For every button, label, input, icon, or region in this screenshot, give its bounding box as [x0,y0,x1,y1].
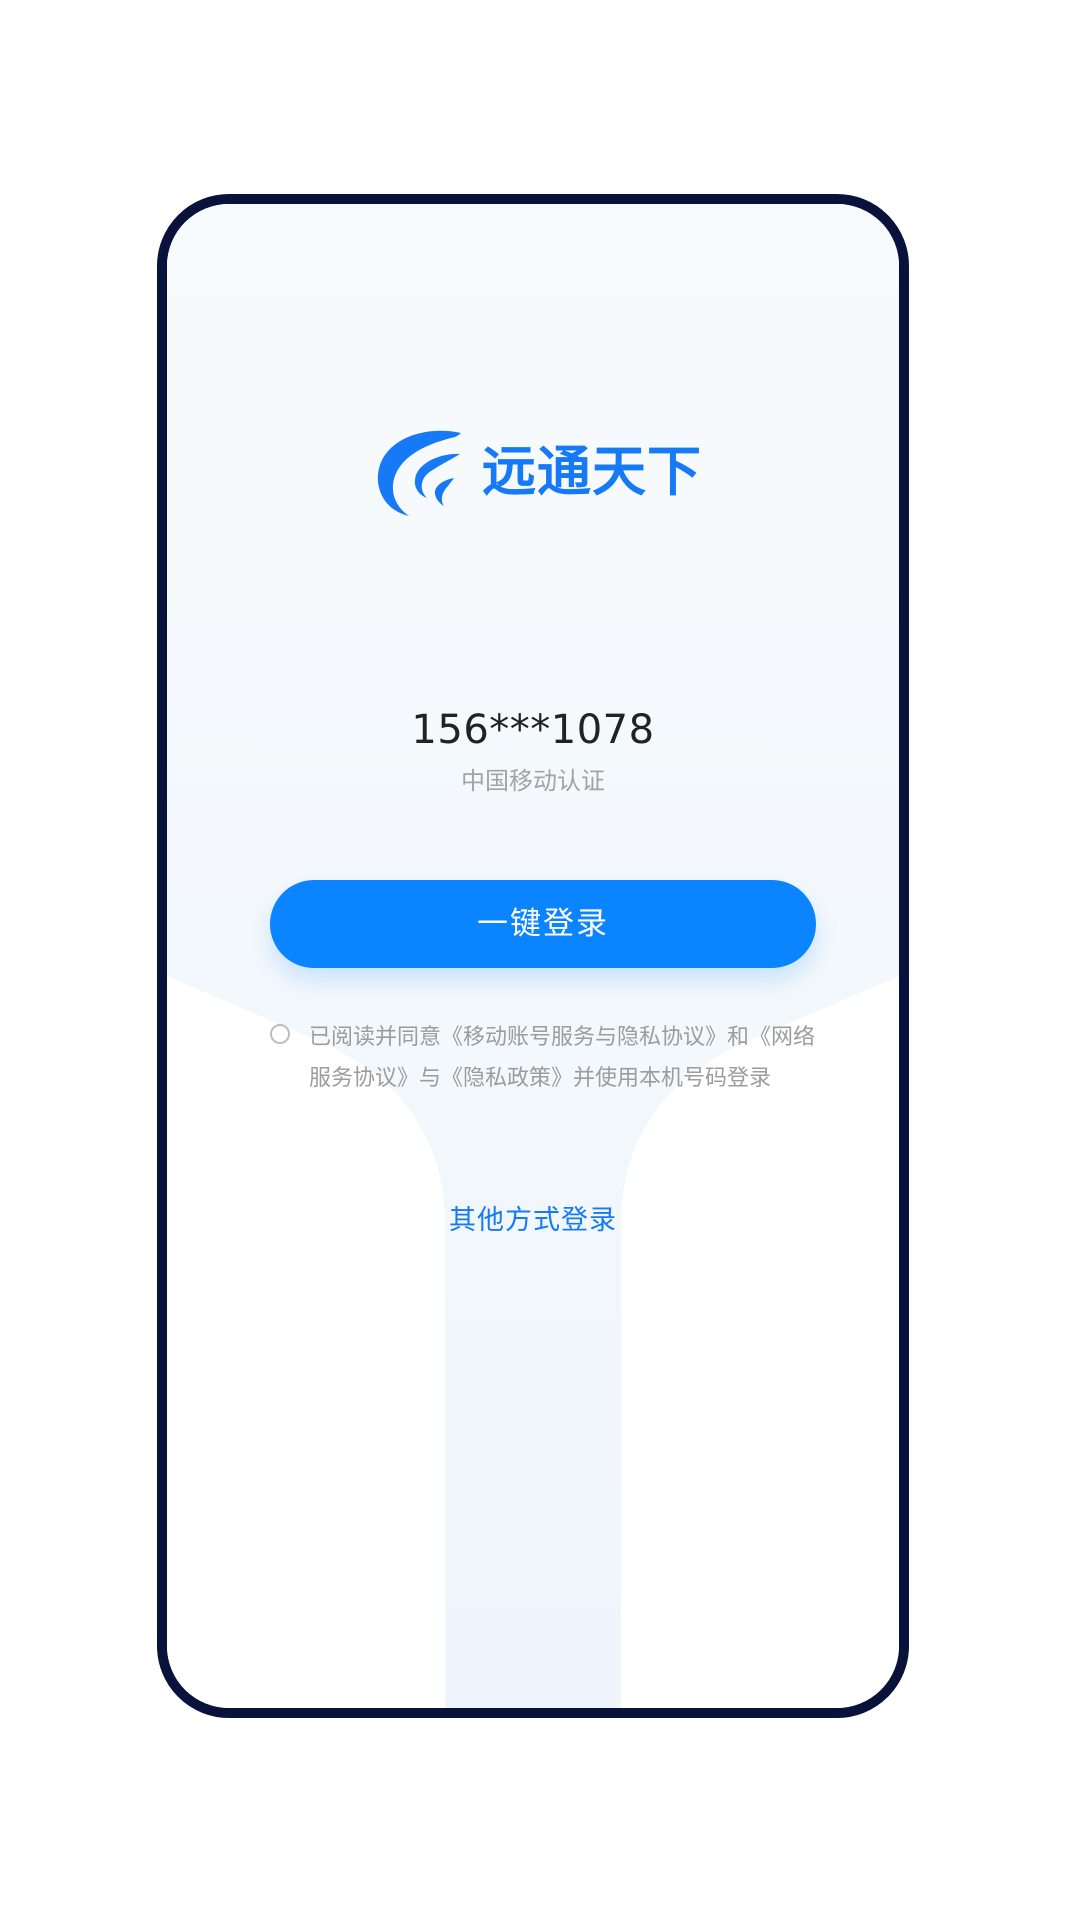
screen: 远通天下 156***1078 中国移动认证 一键登录 已阅读并同意《移动账号服… [0,0,1080,1920]
one-click-login-button[interactable]: 一键登录 [270,880,816,968]
other-login-methods-link[interactable]: 其他方式登录 [167,1204,899,1238]
carrier-auth-label: 中国移动认证 [461,767,605,795]
masked-phone-number: 156***1078 [411,707,655,753]
brand-logo: 远通天下 [372,424,712,524]
agreement-radio[interactable] [270,1024,290,1044]
phone-frame: 远通天下 156***1078 中国移动认证 一键登录 已阅读并同意《移动账号服… [157,194,909,1718]
brand-wave-icon [377,430,461,516]
agreement-text: 已阅读并同意《移动账号服务与隐私协议》和《网络服务协议》与《隐私政策》并使用本机… [309,1025,816,1091]
brand-name: 远通天下 [482,440,702,503]
